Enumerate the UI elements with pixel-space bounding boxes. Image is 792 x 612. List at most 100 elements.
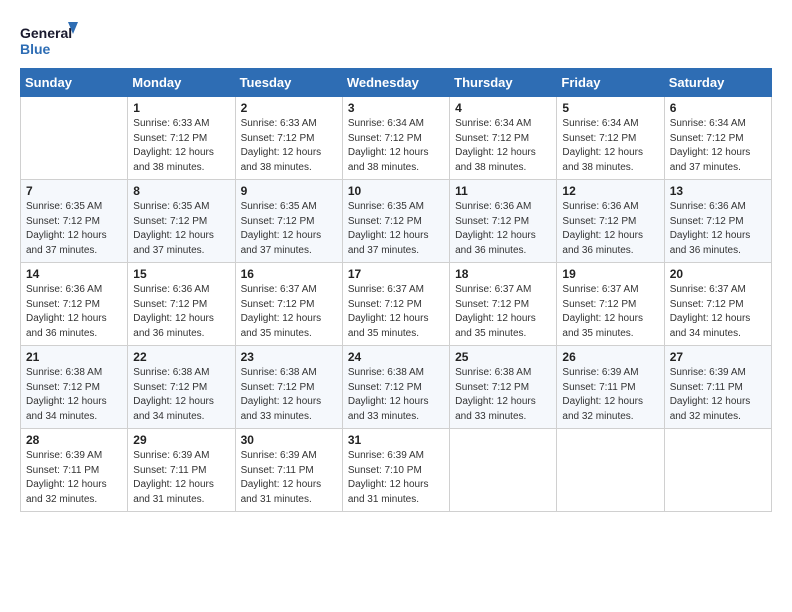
calendar-cell: 2Sunrise: 6:33 AM Sunset: 7:12 PM Daylig… xyxy=(235,97,342,180)
weekday-header-sunday: Sunday xyxy=(21,69,128,97)
day-number: 7 xyxy=(26,184,122,198)
day-number: 27 xyxy=(670,350,766,364)
day-number: 3 xyxy=(348,101,444,115)
cell-content: Sunrise: 6:36 AM Sunset: 7:12 PM Dayligh… xyxy=(455,200,551,258)
calendar-body: 1 Sunrise: 6:33 AM Sunset: 7:12 PM Daylig… xyxy=(21,97,772,512)
day-number: 9 xyxy=(241,184,337,198)
day-number: 29 xyxy=(133,433,229,447)
cell-content: Sunrise: 6:37 AM Sunset: 7:12 PM Dayligh… xyxy=(241,283,337,341)
cell-content: Sunrise: 6:36 AM Sunset: 7:12 PM Dayligh… xyxy=(133,283,229,341)
calendar-cell: 28 Sunrise: 6:39 AM Sunset: 7:11 PM Dayli… xyxy=(21,429,128,512)
day-number: 14 xyxy=(26,267,122,281)
week-row-1: 1 Sunrise: 6:33 AM Sunset: 7:12 PM Daylig… xyxy=(21,97,772,180)
week-row-4: 21 Sunrise: 6:38 AM Sunset: 7:12 PM Dayli… xyxy=(21,346,772,429)
weekday-header-saturday: Saturday xyxy=(664,69,771,97)
cell-content: Sunrise: 6:36 AM Sunset: 7:12 PM Dayligh… xyxy=(562,200,658,258)
day-number: 23 xyxy=(241,350,337,364)
day-number: 10 xyxy=(348,184,444,198)
day-number: 5 xyxy=(562,101,658,115)
calendar-cell xyxy=(21,97,128,180)
calendar-cell: 11 Sunrise: 6:36 AM Sunset: 7:12 PM Dayli… xyxy=(450,180,557,263)
calendar-cell: 23Sunrise: 6:38 AM Sunset: 7:12 PM Dayli… xyxy=(235,346,342,429)
day-number: 11 xyxy=(455,184,551,198)
calendar-cell: 24 Sunrise: 6:38 AM Sunset: 7:12 PM Dayli… xyxy=(342,346,449,429)
calendar-cell: 16 Sunrise: 6:37 AM Sunset: 7:12 PM Dayli… xyxy=(235,263,342,346)
weekday-header-monday: Monday xyxy=(128,69,235,97)
day-number: 28 xyxy=(26,433,122,447)
cell-content: Sunrise: 6:34 AM Sunset: 7:12 PM Dayligh… xyxy=(670,117,766,175)
calendar-cell: 18 Sunrise: 6:37 AM Sunset: 7:12 PM Dayli… xyxy=(450,263,557,346)
cell-content: Sunrise: 6:37 AM Sunset: 7:12 PM Dayligh… xyxy=(670,283,766,341)
weekday-header-thursday: Thursday xyxy=(450,69,557,97)
cell-content: Sunrise: 6:34 AM Sunset: 7:12 PM Dayligh… xyxy=(455,117,551,175)
day-number: 26 xyxy=(562,350,658,364)
week-row-5: 28 Sunrise: 6:39 AM Sunset: 7:11 PM Dayli… xyxy=(21,429,772,512)
cell-content: Sunrise: 6:36 AM Sunset: 7:12 PM Dayligh… xyxy=(670,200,766,258)
day-number: 31 xyxy=(348,433,444,447)
cell-content: Sunrise: 6:35 AM Sunset: 7:12 PM Dayligh… xyxy=(133,200,229,258)
week-row-3: 14 Sunrise: 6:36 AM Sunset: 7:12 PM Dayli… xyxy=(21,263,772,346)
calendar-cell: 9 Sunrise: 6:35 AM Sunset: 7:12 PM Daylig… xyxy=(235,180,342,263)
day-number: 17 xyxy=(348,267,444,281)
day-number: 24 xyxy=(348,350,444,364)
day-number: 20 xyxy=(670,267,766,281)
calendar-cell: 13Sunrise: 6:36 AM Sunset: 7:12 PM Dayli… xyxy=(664,180,771,263)
weekday-header-wednesday: Wednesday xyxy=(342,69,449,97)
calendar-cell: 5 Sunrise: 6:34 AM Sunset: 7:12 PM Daylig… xyxy=(557,97,664,180)
cell-content: Sunrise: 6:38 AM Sunset: 7:12 PM Dayligh… xyxy=(455,366,551,424)
week-row-2: 7 Sunrise: 6:35 AM Sunset: 7:12 PM Daylig… xyxy=(21,180,772,263)
day-number: 6 xyxy=(670,101,766,115)
calendar-table: SundayMondayTuesdayWednesdayThursdayFrid… xyxy=(20,68,772,512)
day-number: 12 xyxy=(562,184,658,198)
logo: GeneralBlue xyxy=(20,20,80,60)
cell-content: Sunrise: 6:37 AM Sunset: 7:12 PM Dayligh… xyxy=(455,283,551,341)
weekday-header-tuesday: Tuesday xyxy=(235,69,342,97)
cell-content: Sunrise: 6:39 AM Sunset: 7:11 PM Dayligh… xyxy=(562,366,658,424)
day-number: 8 xyxy=(133,184,229,198)
calendar-cell: 12 Sunrise: 6:36 AM Sunset: 7:12 PM Dayli… xyxy=(557,180,664,263)
day-number: 22 xyxy=(133,350,229,364)
calendar-cell: 3 Sunrise: 6:34 AM Sunset: 7:12 PM Daylig… xyxy=(342,97,449,180)
cell-content: Sunrise: 6:39 AM Sunset: 7:10 PM Dayligh… xyxy=(348,449,444,507)
day-number: 1 xyxy=(133,101,229,115)
day-number: 18 xyxy=(455,267,551,281)
calendar-cell: 27 Sunrise: 6:39 AM Sunset: 7:11 PM Dayli… xyxy=(664,346,771,429)
cell-content: Sunrise: 6:39 AM Sunset: 7:11 PM Dayligh… xyxy=(241,449,337,507)
cell-content: Sunrise: 6:38 AM Sunset: 7:12 PM Dayligh… xyxy=(26,366,122,424)
cell-content: Sunrise: 6:38 AM Sunset: 7:12 PM Dayligh… xyxy=(348,366,444,424)
calendar-cell: 19 Sunrise: 6:37 AM Sunset: 7:12 PM Dayli… xyxy=(557,263,664,346)
calendar-cell: 10 Sunrise: 6:35 AM Sunset: 7:12 PM Dayli… xyxy=(342,180,449,263)
cell-content: Sunrise: 6:33 AM Sunset: 7:12 PM Dayligh… xyxy=(133,117,229,175)
calendar-cell: 4 Sunrise: 6:34 AM Sunset: 7:12 PM Daylig… xyxy=(450,97,557,180)
calendar-cell xyxy=(557,429,664,512)
day-number: 16 xyxy=(241,267,337,281)
logo-svg: GeneralBlue xyxy=(20,20,80,60)
calendar-cell: 26 Sunrise: 6:39 AM Sunset: 7:11 PM Dayli… xyxy=(557,346,664,429)
calendar-cell: 1 Sunrise: 6:33 AM Sunset: 7:12 PM Daylig… xyxy=(128,97,235,180)
cell-content: Sunrise: 6:39 AM Sunset: 7:11 PM Dayligh… xyxy=(670,366,766,424)
cell-content: Sunrise: 6:36 AM Sunset: 7:12 PM Dayligh… xyxy=(26,283,122,341)
weekday-header-friday: Friday xyxy=(557,69,664,97)
calendar-cell: 25 Sunrise: 6:38 AM Sunset: 7:12 PM Dayli… xyxy=(450,346,557,429)
day-number: 25 xyxy=(455,350,551,364)
weekday-header-row: SundayMondayTuesdayWednesdayThursdayFrid… xyxy=(21,69,772,97)
cell-content: Sunrise: 6:35 AM Sunset: 7:12 PM Dayligh… xyxy=(241,200,337,258)
cell-content: Sunrise: 6:39 AM Sunset: 7:11 PM Dayligh… xyxy=(26,449,122,507)
cell-content: Sunrise: 6:35 AM Sunset: 7:12 PM Dayligh… xyxy=(348,200,444,258)
calendar-cell: 14 Sunrise: 6:36 AM Sunset: 7:12 PM Dayli… xyxy=(21,263,128,346)
cell-content: Sunrise: 6:37 AM Sunset: 7:12 PM Dayligh… xyxy=(562,283,658,341)
day-number: 4 xyxy=(455,101,551,115)
cell-content: Sunrise: 6:34 AM Sunset: 7:12 PM Dayligh… xyxy=(562,117,658,175)
calendar-cell: 31 Sunrise: 6:39 AM Sunset: 7:10 PM Dayli… xyxy=(342,429,449,512)
cell-content: Sunrise: 6:34 AM Sunset: 7:12 PM Dayligh… xyxy=(348,117,444,175)
calendar-cell: 30Sunrise: 6:39 AM Sunset: 7:11 PM Dayli… xyxy=(235,429,342,512)
cell-content: Sunrise: 6:38 AM Sunset: 7:12 PM Dayligh… xyxy=(133,366,229,424)
cell-content: Sunrise: 6:39 AM Sunset: 7:11 PM Dayligh… xyxy=(133,449,229,507)
day-number: 19 xyxy=(562,267,658,281)
svg-text:Blue: Blue xyxy=(20,41,51,57)
day-number: 21 xyxy=(26,350,122,364)
day-number: 15 xyxy=(133,267,229,281)
cell-content: Sunrise: 6:37 AM Sunset: 7:12 PM Dayligh… xyxy=(348,283,444,341)
calendar-cell: 17 Sunrise: 6:37 AM Sunset: 7:12 PM Dayli… xyxy=(342,263,449,346)
calendar-cell: 29 Sunrise: 6:39 AM Sunset: 7:11 PM Dayli… xyxy=(128,429,235,512)
